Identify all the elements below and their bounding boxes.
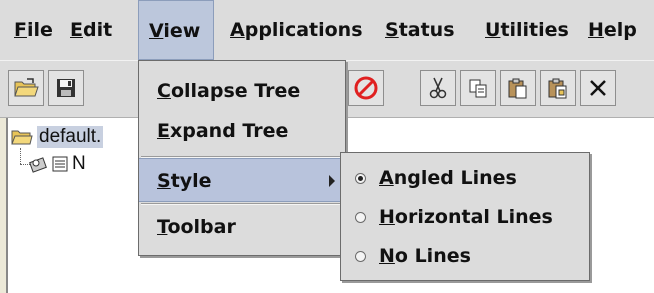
menu-view-label: iew xyxy=(163,20,201,42)
menu-item-label: ollapse Tree xyxy=(170,80,301,102)
style-submenu-popup: Angled Lines Horizontal Lines No Lines xyxy=(340,152,590,281)
menu-bar: File Edit View Applications Status Utili… xyxy=(0,0,654,60)
cut-icon xyxy=(429,77,447,99)
component-icon xyxy=(29,157,47,173)
stop-icon xyxy=(354,76,378,100)
menu-item-label: orizontal Lines xyxy=(394,206,553,228)
view-menu-popup: Collapse Tree Expand Tree Style Toolbar xyxy=(138,60,346,256)
menu-file-label: ile xyxy=(26,19,53,41)
copy-icon xyxy=(469,79,487,98)
radio-unselected-icon xyxy=(355,212,366,223)
menu-item-label: xpand Tree xyxy=(169,120,289,142)
menu-item-collapse-tree[interactable]: Collapse Tree xyxy=(139,69,345,113)
menu-item-toolbar[interactable]: Toolbar xyxy=(139,205,345,249)
menu-status-label: tatus xyxy=(398,19,455,41)
menu-utilities[interactable]: Utilities xyxy=(485,0,569,60)
menu-item-label: o Lines xyxy=(394,245,471,267)
folder-open-icon xyxy=(11,130,33,145)
menu-item-no-lines[interactable]: No Lines xyxy=(341,237,589,275)
tree-connector xyxy=(20,148,21,164)
menu-help-label: elp xyxy=(603,19,637,41)
menu-status[interactable]: Status xyxy=(385,0,455,60)
menu-item-horizontal-lines[interactable]: Horizontal Lines xyxy=(341,198,589,236)
tree-child-label: N xyxy=(72,153,86,174)
cut-button[interactable] xyxy=(420,70,456,106)
menu-edit[interactable]: Edit xyxy=(70,0,112,60)
open-folder-icon xyxy=(14,78,39,97)
tree-child-node[interactable]: N xyxy=(28,152,86,176)
menu-item-expand-tree[interactable]: Expand Tree xyxy=(139,109,345,153)
menu-item-label: ngled Lines xyxy=(393,167,517,189)
save-icon xyxy=(57,79,75,97)
submenu-arrow-icon xyxy=(329,175,335,187)
paste-special-icon xyxy=(548,78,567,99)
delete-button[interactable] xyxy=(580,70,616,106)
delete-icon xyxy=(590,80,606,96)
copy-button[interactable] xyxy=(460,70,496,106)
menu-help[interactable]: Help xyxy=(588,0,637,60)
menu-edit-label: dit xyxy=(82,19,113,41)
radio-selected-icon xyxy=(355,173,366,184)
menu-file[interactable]: File xyxy=(14,0,53,60)
tree-root-node[interactable]: default. xyxy=(11,124,104,150)
menu-item-style[interactable]: Style xyxy=(139,158,345,202)
menu-item-label: tyle xyxy=(170,170,212,192)
paste-icon xyxy=(508,78,527,99)
menu-utilities-label: tilities xyxy=(500,19,569,41)
save-button[interactable] xyxy=(48,70,84,106)
open-folder-button[interactable] xyxy=(8,70,44,106)
paste-button[interactable] xyxy=(500,70,536,106)
menu-item-angled-lines[interactable]: Angled Lines xyxy=(341,159,589,197)
tree-root-label: default. xyxy=(37,126,104,148)
menu-item-label: oolbar xyxy=(167,216,236,238)
menu-view[interactable]: View xyxy=(138,0,214,60)
list-icon xyxy=(52,156,68,172)
application-window: File Edit View Applications Status Utili… xyxy=(0,0,654,293)
radio-unselected-icon xyxy=(355,251,366,262)
paste-special-button[interactable] xyxy=(540,70,576,106)
menu-applications[interactable]: Applications xyxy=(230,0,363,60)
stop-button[interactable] xyxy=(348,70,384,106)
menu-applications-label: pplications xyxy=(244,19,363,41)
